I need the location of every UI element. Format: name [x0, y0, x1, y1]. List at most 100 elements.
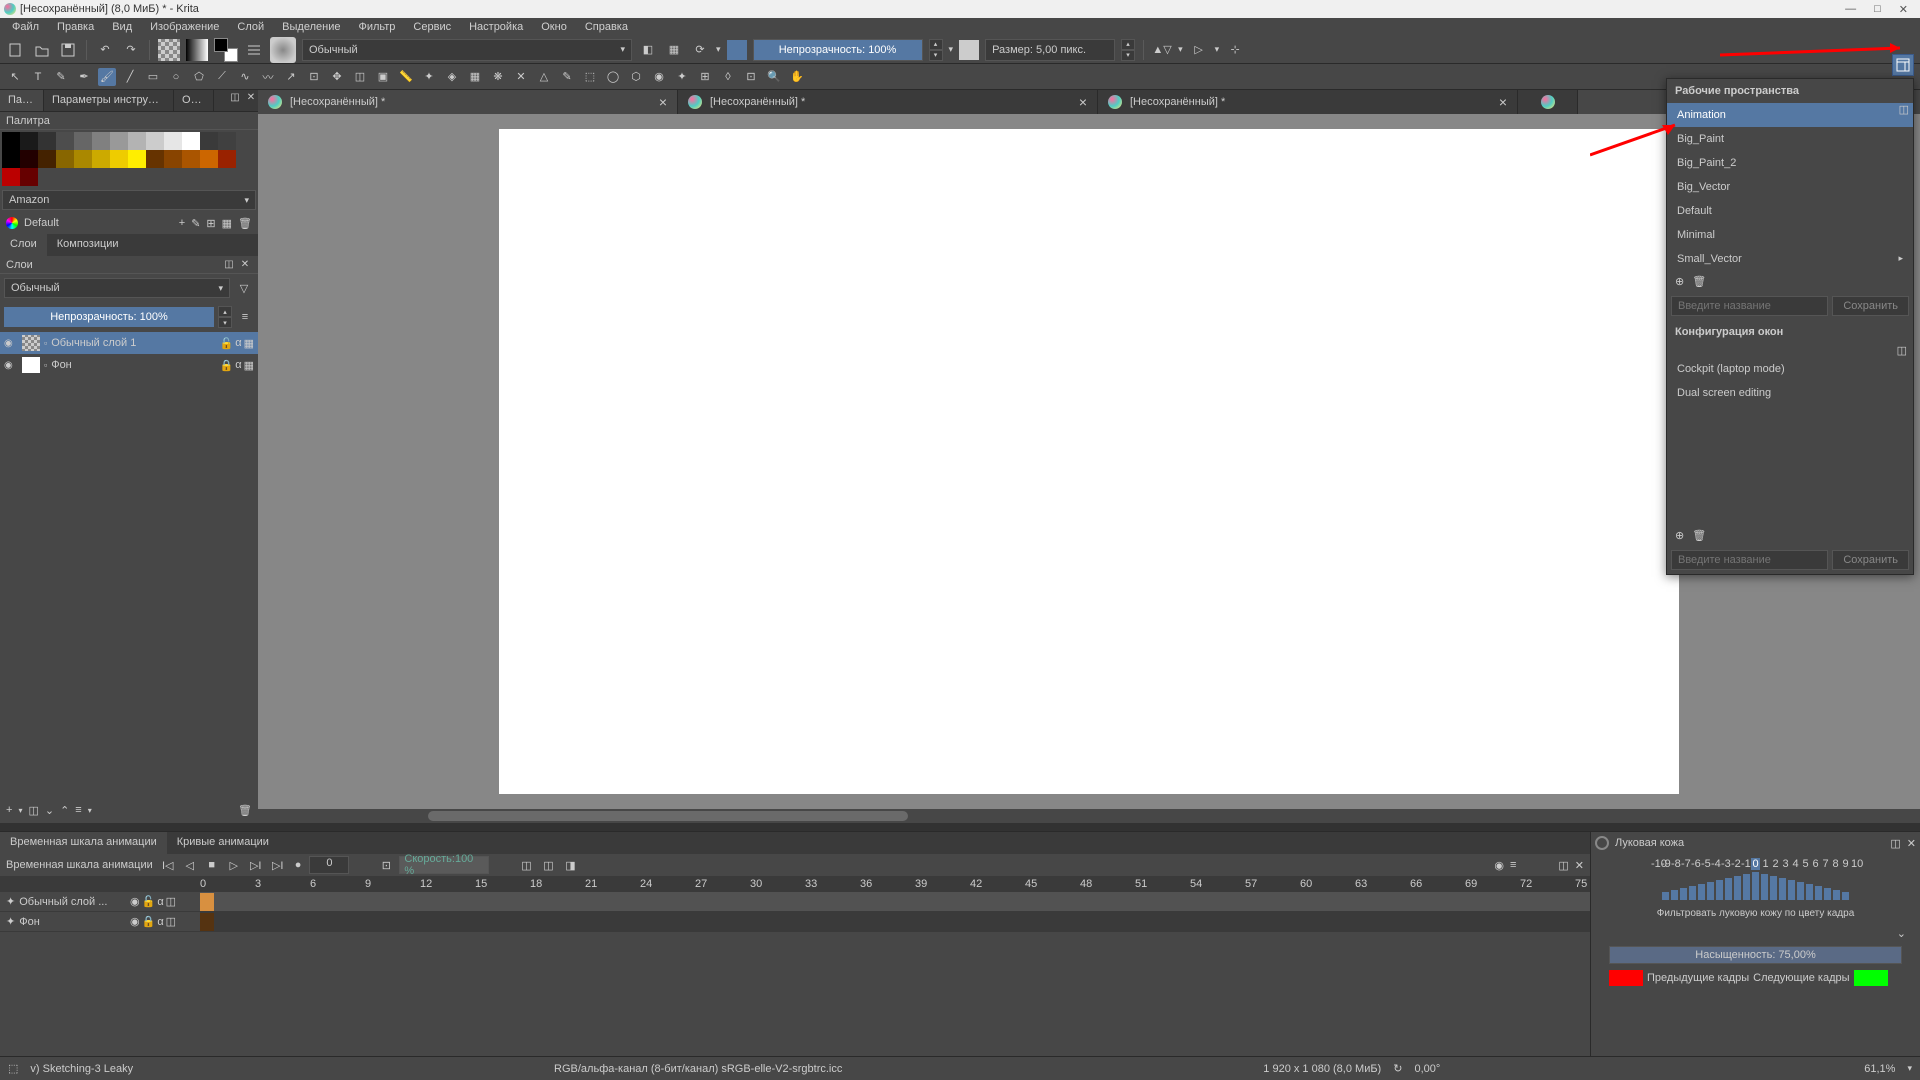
- workspace-name-input[interactable]: [1671, 296, 1828, 316]
- crop2-tool-icon[interactable]: ▣: [374, 68, 392, 86]
- delete-color-icon[interactable]: 🗑: [238, 217, 252, 230]
- close-timeline-icon[interactable]: ✕: [1575, 859, 1584, 872]
- grid-icon[interactable]: ⊞: [206, 217, 215, 230]
- speed-input[interactable]: Скорость:100 %: [399, 856, 489, 874]
- move-down-icon[interactable]: ⌄: [45, 804, 54, 817]
- bezier-tool-icon[interactable]: ∿: [236, 68, 254, 86]
- onion2-icon[interactable]: ◨: [561, 856, 579, 874]
- menu-file[interactable]: Файл: [4, 19, 47, 35]
- redo-icon[interactable]: ↷: [121, 40, 141, 60]
- lock-icon[interactable]: 🔓: [220, 337, 234, 350]
- lock-icon[interactable]: 🔒: [220, 359, 234, 372]
- dynamic-brush-icon[interactable]: ↗: [282, 68, 300, 86]
- menu-filter[interactable]: Фильтр: [350, 19, 403, 35]
- color-preview[interactable]: [727, 40, 747, 60]
- pan-tool-icon[interactable]: ✋: [788, 68, 806, 86]
- add-config-icon[interactable]: ⊕: [1675, 529, 1684, 542]
- layers-close-icon[interactable]: ✕: [238, 258, 252, 272]
- next-frame-icon[interactable]: ▷I: [247, 856, 265, 874]
- workspace-item[interactable]: Minimal: [1667, 223, 1913, 247]
- edit-color-icon[interactable]: ✎: [191, 217, 200, 230]
- popup-float-icon[interactable]: ◫: [1899, 103, 1909, 116]
- similar-select-icon[interactable]: ⊞: [696, 68, 714, 86]
- timeline-ruler[interactable]: 0369121518212427303336394245485154576063…: [200, 876, 1590, 892]
- menu-edit[interactable]: Правка: [49, 19, 102, 35]
- brush-preset[interactable]: [270, 37, 296, 63]
- add-color-icon[interactable]: +: [179, 217, 185, 229]
- assistant-tool-icon[interactable]: △: [535, 68, 553, 86]
- doc-tab[interactable]: [1518, 90, 1578, 114]
- deform-tool-icon[interactable]: ✕: [512, 68, 530, 86]
- size-slider[interactable]: Размер: 5,00 пикс.: [985, 39, 1115, 61]
- auto-frame-icon[interactable]: ◫: [517, 856, 535, 874]
- first-frame-icon[interactable]: I◁: [159, 856, 177, 874]
- opacity-slider[interactable]: Непрозрачность: 100%: [753, 39, 923, 61]
- menu-window[interactable]: Окно: [533, 19, 575, 35]
- tab-compositions[interactable]: Композиции: [47, 234, 129, 256]
- prev-frame-icon[interactable]: ◁: [181, 856, 199, 874]
- last-frame-icon[interactable]: ▷I: [269, 856, 287, 874]
- lasso-select-icon[interactable]: ◉: [650, 68, 668, 86]
- menu-icon[interactable]: ≡: [1510, 859, 1516, 871]
- color-selector[interactable]: [214, 38, 238, 62]
- mirror-h-icon[interactable]: ▲▽: [1152, 40, 1172, 60]
- opacity-up[interactable]: ▴: [929, 39, 943, 50]
- layer-item[interactable]: ◉ ▫ Обычный слой 1 🔓α▦: [0, 332, 258, 354]
- angle[interactable]: 0,00°: [1414, 1063, 1440, 1075]
- onion-opacity-bars[interactable]: [1595, 870, 1916, 900]
- brush-tool-icon[interactable]: 🖌: [98, 68, 116, 86]
- colorpicker-icon[interactable]: ✎: [558, 68, 576, 86]
- transform-tool-icon[interactable]: ⊡: [305, 68, 323, 86]
- prev-color[interactable]: [1609, 970, 1643, 986]
- zoom-tool-icon[interactable]: 🔍: [765, 68, 783, 86]
- settings-icon[interactable]: ◉: [1494, 859, 1504, 872]
- doc-tab[interactable]: [Несохранённый] *×: [258, 90, 678, 114]
- wrap-icon[interactable]: ⊹: [1225, 40, 1245, 60]
- pattern-selector[interactable]: [158, 39, 180, 61]
- smart-fill-icon[interactable]: ❋: [489, 68, 507, 86]
- gradient-selector[interactable]: [186, 39, 208, 61]
- move-tool-icon[interactable]: ↖: [6, 68, 24, 86]
- measure-tool-icon[interactable]: 📏: [397, 68, 415, 86]
- crop-tool-icon[interactable]: ◫: [351, 68, 369, 86]
- gradient-tool-icon[interactable]: ◈: [443, 68, 461, 86]
- move-up-icon[interactable]: ⌃: [60, 804, 69, 817]
- onion-frame-numbers[interactable]: -10-9-8-7-6-5-4-3-2-1012345678910: [1595, 858, 1916, 870]
- add-layer-icon[interactable]: +: [6, 804, 12, 816]
- rect-select-icon[interactable]: ⬚: [581, 68, 599, 86]
- brush-settings-icon[interactable]: [244, 40, 264, 60]
- eraser-icon[interactable]: ◧: [638, 40, 658, 60]
- bezier-select-icon[interactable]: ◊: [719, 68, 737, 86]
- save-file-icon[interactable]: [58, 40, 78, 60]
- freehand-path-icon[interactable]: 〰: [259, 68, 277, 86]
- stop-icon[interactable]: ■: [203, 856, 221, 874]
- delete-workspace-icon[interactable]: 🗑: [1692, 275, 1706, 288]
- config-item[interactable]: Cockpit (laptop mode): [1667, 357, 1913, 381]
- rect-tool-icon[interactable]: ▭: [144, 68, 162, 86]
- alpha-lock-icon[interactable]: ▦: [664, 40, 684, 60]
- popup-float2-icon[interactable]: ◫: [1897, 345, 1907, 357]
- config-item[interactable]: Dual screen editing: [1667, 381, 1913, 405]
- next-color[interactable]: [1854, 970, 1888, 986]
- doc-tab[interactable]: [Несохранённый] *×: [1098, 90, 1518, 114]
- expand-icon[interactable]: ⌄: [1897, 928, 1906, 940]
- calligraphy-icon[interactable]: ✒: [75, 68, 93, 86]
- layer-opacity[interactable]: Непрозрачность: 100%: [4, 307, 214, 327]
- opacity-down[interactable]: ▾: [929, 50, 943, 61]
- tab-curves[interactable]: Кривые анимации: [167, 832, 279, 854]
- line-tool-icon[interactable]: ╱: [121, 68, 139, 86]
- magnetic-select-icon[interactable]: ⊡: [742, 68, 760, 86]
- palette-colors[interactable]: [0, 130, 252, 188]
- ellipse-select-icon[interactable]: ◯: [604, 68, 622, 86]
- grid2-icon[interactable]: ▦: [222, 217, 232, 230]
- properties-icon[interactable]: ≡: [75, 804, 81, 816]
- layer-blendmode[interactable]: Обычный▾: [4, 278, 230, 298]
- size-down[interactable]: ▾: [1121, 50, 1135, 61]
- menu-tools[interactable]: Сервис: [405, 19, 459, 35]
- layer-menu-icon[interactable]: ≡: [236, 311, 254, 323]
- timeline-track[interactable]: ✦Фон ◉🔒α◫: [0, 912, 1590, 932]
- visibility-icon[interactable]: ◉: [4, 338, 18, 349]
- new-file-icon[interactable]: [6, 40, 26, 60]
- workspace-item[interactable]: Small_Vector: [1667, 247, 1913, 271]
- close-tab-icon[interactable]: ×: [659, 94, 667, 110]
